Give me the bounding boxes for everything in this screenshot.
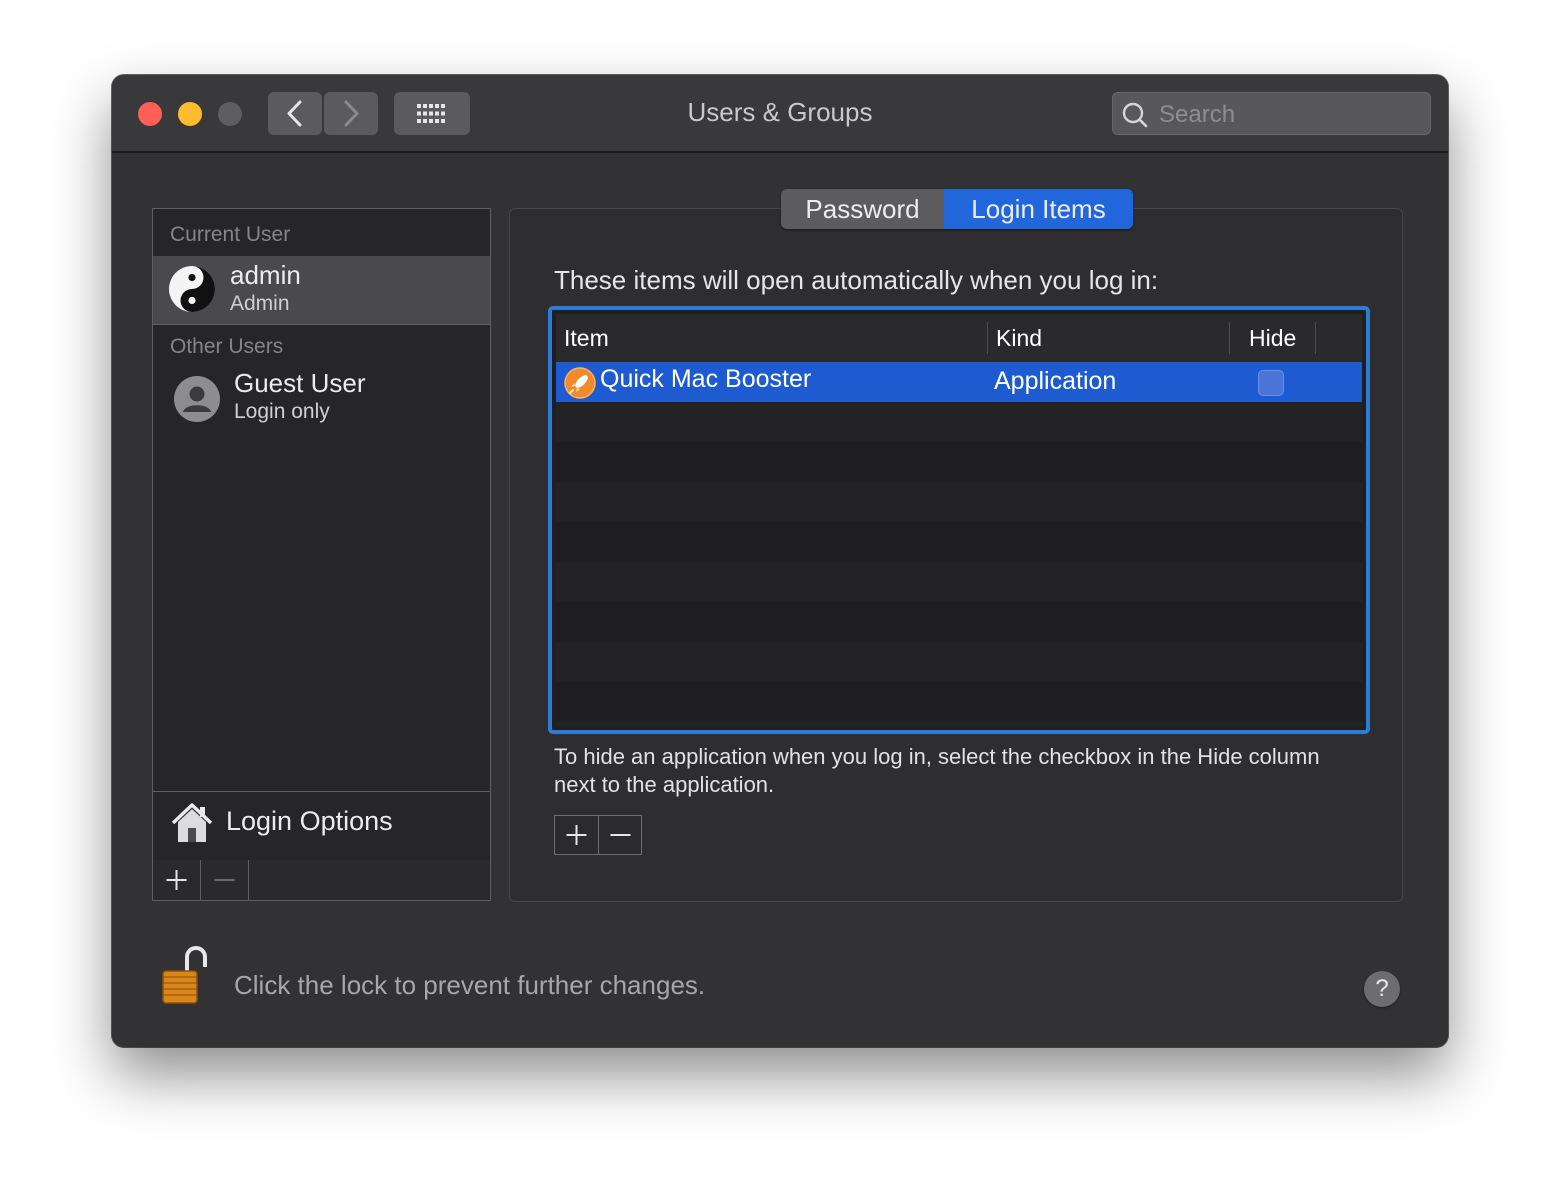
user-row-guest[interactable]: Guest User Login only — [153, 367, 490, 435]
users-groups-window: Users & Groups Current User admin Admin … — [112, 75, 1448, 1047]
remove-login-item-button[interactable] — [599, 816, 642, 854]
empty-row — [556, 482, 1362, 522]
admin-user-role: Admin — [230, 292, 290, 315]
minimize-window-button[interactable] — [178, 102, 202, 126]
hide-hint-text: To hide an application when you log in, … — [554, 744, 1320, 797]
add-login-item-button[interactable] — [555, 816, 599, 854]
lock-status-text: Click the lock to prevent further change… — [234, 970, 706, 1000]
login-items-add-remove — [554, 815, 642, 855]
guest-user-role: Login only — [234, 400, 330, 423]
sidebar-divider — [153, 324, 490, 325]
empty-row — [556, 402, 1362, 442]
help-button[interactable]: ? — [1364, 971, 1400, 1007]
minus-icon — [214, 879, 235, 881]
forward-chevron-icon — [344, 100, 359, 127]
login-options-row[interactable]: Login Options — [153, 791, 490, 861]
guest-user-name: Guest User — [234, 368, 366, 398]
empty-row — [556, 642, 1362, 682]
other-users-header: Other Users — [170, 335, 284, 358]
grid-icon — [417, 104, 445, 123]
table-body: Item Kind Hide Quick Mac Booster Applica… — [556, 314, 1362, 726]
empty-row — [556, 442, 1362, 482]
tab-password[interactable]: Password — [781, 189, 944, 229]
title-bar: Users & Groups — [112, 75, 1448, 153]
table-row[interactable]: Quick Mac Booster Application — [556, 362, 1362, 402]
plus-icon — [566, 825, 587, 845]
back-button[interactable] — [268, 92, 322, 135]
house-icon — [171, 803, 213, 842]
login-items-table[interactable]: Item Kind Hide Quick Mac Booster Applica… — [548, 306, 1370, 734]
login-items-intro: These items will open automatically when… — [554, 265, 1159, 295]
unlocked-padlock-icon[interactable] — [160, 945, 212, 1007]
empty-row — [556, 522, 1362, 562]
remove-user-button[interactable] — [201, 860, 249, 900]
person-icon — [174, 376, 220, 422]
yin-yang-avatar-icon — [169, 266, 215, 312]
plus-icon — [166, 870, 187, 890]
hide-checkbox[interactable] — [1258, 370, 1284, 396]
tab-login-items[interactable]: Login Items — [944, 189, 1133, 229]
column-header-kind[interactable]: Kind — [996, 325, 1042, 352]
empty-row — [556, 562, 1362, 602]
search-icon — [1122, 102, 1148, 128]
column-separator — [1229, 322, 1230, 354]
column-header-item[interactable]: Item — [564, 325, 609, 352]
empty-row — [556, 682, 1362, 722]
user-row-admin[interactable]: admin Admin — [153, 256, 490, 324]
search-field[interactable] — [1112, 92, 1431, 135]
search-input[interactable] — [1157, 99, 1421, 131]
forward-button[interactable] — [324, 92, 378, 135]
users-sidebar: Current User admin Admin Other Users Gue… — [152, 208, 491, 901]
show-all-button[interactable] — [394, 92, 470, 135]
empty-row — [556, 602, 1362, 642]
zoom-window-button[interactable] — [218, 102, 242, 126]
tab-segmented-control: Password Login Items — [781, 189, 1133, 229]
rocket-icon — [564, 367, 596, 399]
minus-icon — [610, 834, 631, 836]
close-window-button[interactable] — [138, 102, 162, 126]
current-user-header: Current User — [170, 223, 291, 246]
login-item-kind: Application — [994, 367, 1117, 395]
column-separator — [987, 322, 988, 354]
back-chevron-icon — [287, 100, 302, 127]
login-item-name: Quick Mac Booster — [600, 365, 812, 393]
add-user-button[interactable] — [153, 860, 201, 900]
admin-user-name: admin — [230, 260, 301, 290]
sidebar-toolbar — [153, 860, 490, 900]
column-header-hide[interactable]: Hide — [1249, 325, 1296, 352]
login-options-label: Login Options — [226, 806, 393, 836]
table-header: Item Kind Hide — [556, 314, 1362, 363]
column-separator — [1315, 322, 1316, 354]
